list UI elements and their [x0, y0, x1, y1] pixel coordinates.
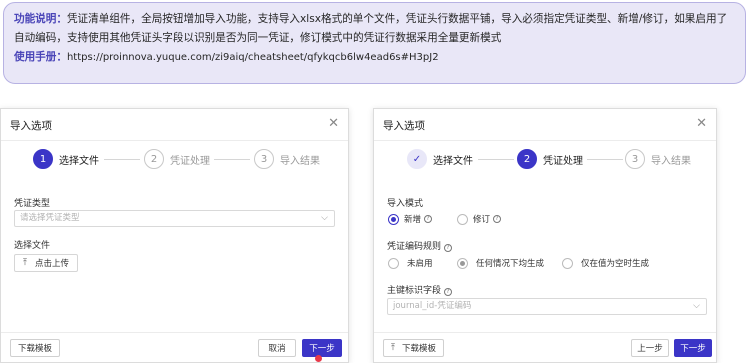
download-template-label: 下载模板	[18, 344, 53, 354]
dialog-footer: ⤒ 下载模板 上一步 下一步	[374, 332, 716, 362]
key-field-label: 主键标识字段	[387, 286, 442, 296]
feature-description: 功能说明：凭证清单组件，全局按钮增加导入功能，支持导入xlsx格式的单个文件，凭…	[14, 10, 735, 48]
encoding-option-disabled[interactable]: 未启用	[388, 257, 433, 269]
encoding-rule-label: 凭证编码规则	[387, 242, 442, 252]
dialog-footer: 下载模板 取消 下一步	[1, 332, 348, 362]
next-button[interactable]: 下一步	[302, 339, 342, 357]
step-number: 3	[625, 149, 645, 169]
dialog-header: 导入选项 ✕	[1, 109, 348, 141]
question-circle-icon: ?	[444, 244, 453, 252]
download-template-button[interactable]: ⤒ 下载模板	[383, 339, 444, 357]
encoding-option-label: 任何情况下均生成	[476, 259, 545, 269]
import-dialog-step2: 导入选项 ✕ ✓ 选择文件 2 凭证处理 3 导入结果 导入模式 新增 ? 修订…	[373, 108, 717, 363]
question-circle-icon: ?	[493, 215, 502, 223]
step-connector	[214, 159, 250, 160]
step-select-file: 1 选择文件	[33, 147, 99, 171]
step-import-result: 3 导入结果	[625, 147, 691, 171]
download-template-button[interactable]: 下载模板	[10, 339, 61, 357]
mode-option-label: 新增	[404, 215, 422, 225]
step-voucher-processing: 2 凭证处理	[517, 147, 583, 171]
close-icon[interactable]: ✕	[696, 117, 707, 131]
info-banner: 功能说明：凭证清单组件，全局按钮增加导入功能，支持导入xlsx格式的单个文件，凭…	[3, 2, 746, 84]
radio-unchecked[interactable]	[388, 257, 399, 269]
step-connector	[478, 159, 514, 160]
upload-icon: ⤒	[23, 258, 27, 268]
step-connector	[104, 159, 140, 160]
download-template-label: 下载模板	[401, 344, 436, 354]
step-number: 2	[517, 149, 537, 169]
dialog-title: 导入选项	[383, 120, 425, 132]
upload-label: 点击上传	[34, 259, 69, 269]
step-label: 凭证处理	[543, 155, 583, 167]
step-label: 导入结果	[651, 155, 691, 167]
mode-option-revise[interactable]: 修订 ?	[457, 213, 502, 225]
steps-bar: 1 选择文件 2 凭证处理 3 导入结果	[1, 147, 348, 171]
radio-unchecked[interactable]	[457, 213, 468, 225]
radio-checked[interactable]	[457, 257, 468, 269]
step-number: 2	[144, 149, 164, 169]
encoding-option-label: 未启用	[407, 259, 433, 269]
next-label: 下一步	[680, 344, 706, 354]
check-icon: ✓	[407, 149, 427, 169]
encoding-option-when-empty[interactable]: 仅在值为空时生成	[562, 257, 649, 269]
key-field-value: journal_id-凭证编码	[393, 301, 472, 311]
next-label: 下一步	[309, 344, 335, 354]
cancel-label: 取消	[268, 344, 286, 354]
prev-button[interactable]: 上一步	[631, 339, 669, 357]
step-label: 凭证处理	[170, 155, 210, 167]
prev-label: 上一步	[637, 344, 663, 354]
manual-label: 使用手册：	[14, 51, 67, 63]
step-select-file: ✓ 选择文件	[407, 147, 473, 171]
question-circle-icon: ?	[424, 215, 433, 223]
feature-label: 功能说明：	[14, 13, 67, 25]
cancel-button[interactable]: 取消	[258, 339, 296, 357]
dialog-header: 导入选项 ✕	[374, 109, 716, 141]
key-field-select[interactable]: journal_id-凭证编码 ⌵	[387, 298, 707, 315]
key-field-label-row: 主键标识字段?	[387, 283, 453, 296]
mode-option-label: 修订	[473, 215, 491, 225]
encoding-option-always[interactable]: 任何情况下均生成	[457, 257, 544, 269]
manual-line: 使用手册：https://proinnova.yuque.com/zi9aiq/…	[14, 48, 735, 67]
voucher-type-label: 凭证类型	[14, 199, 51, 209]
radio-unchecked[interactable]	[562, 257, 573, 269]
voucher-type-placeholder: 请选择凭证类型	[20, 213, 80, 223]
close-icon[interactable]: ✕	[328, 117, 339, 131]
dialog-title: 导入选项	[10, 120, 52, 132]
radio-checked[interactable]	[388, 213, 399, 225]
chevron-down-icon: ⌵	[693, 301, 700, 311]
step-label: 选择文件	[59, 155, 99, 167]
step-connector	[587, 159, 623, 160]
upload-icon: ⤒	[391, 343, 395, 353]
click-indicator	[315, 355, 322, 362]
manual-link[interactable]: https://proinnova.yuque.com/zi9aiq/cheat…	[67, 52, 439, 63]
step-number: 3	[254, 149, 274, 169]
voucher-type-select[interactable]: 请选择凭证类型 ⌵	[14, 210, 335, 227]
question-circle-icon: ?	[444, 288, 453, 296]
import-mode-label: 导入模式	[387, 199, 424, 209]
step-import-result: 3 导入结果	[254, 147, 320, 171]
upload-button[interactable]: ⤒ 点击上传	[14, 254, 78, 272]
choose-file-label: 选择文件	[14, 241, 51, 251]
step-number: 1	[33, 149, 53, 169]
steps-bar: ✓ 选择文件 2 凭证处理 3 导入结果	[374, 147, 716, 171]
next-button[interactable]: 下一步	[674, 339, 712, 357]
import-dialog-step1: 导入选项 ✕ 1 选择文件 2 凭证处理 3 导入结果 凭证类型 请选择凭证类型…	[0, 108, 349, 363]
step-voucher-processing: 2 凭证处理	[144, 147, 210, 171]
mode-option-add[interactable]: 新增 ?	[388, 213, 433, 225]
step-label: 选择文件	[433, 155, 473, 167]
encoding-rule-label-row: 凭证编码规则?	[387, 239, 453, 252]
feature-text: 凭证清单组件，全局按钮增加导入功能，支持导入xlsx格式的单个文件，凭证头行数据…	[14, 13, 728, 44]
step-label: 导入结果	[280, 155, 320, 167]
chevron-down-icon: ⌵	[321, 213, 328, 223]
encoding-option-label: 仅在值为空时生成	[581, 259, 650, 269]
